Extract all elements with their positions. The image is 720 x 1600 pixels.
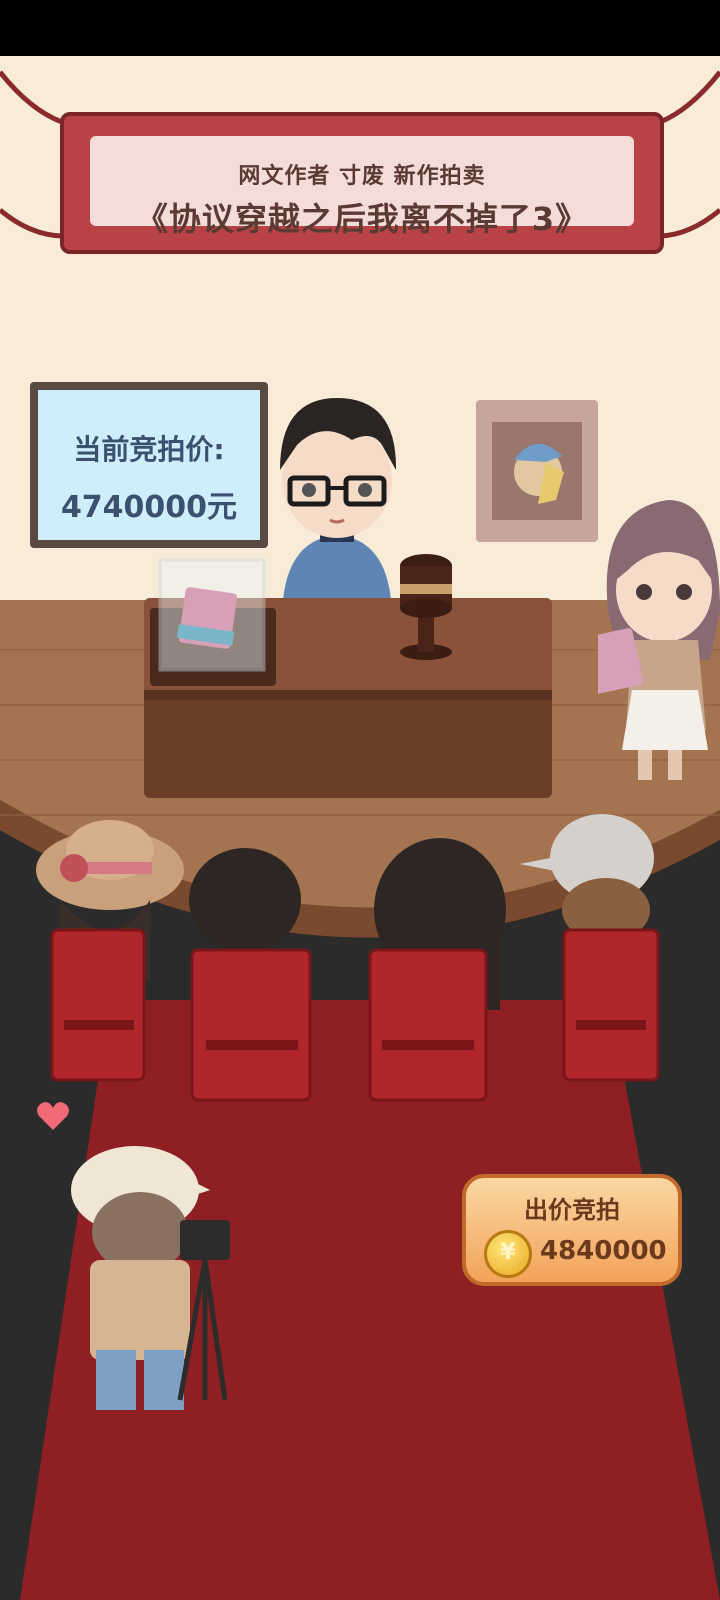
coin-icon: ¥ — [484, 1230, 532, 1278]
audience — [36, 814, 660, 1102]
title-banner: 网文作者 寸废 新作拍卖 《协议穿越之后我离不掉了3》 — [60, 112, 664, 254]
price-screen: 当前竞拍价: 4740000元 — [38, 390, 260, 540]
bid-amount: 4840000 — [540, 1236, 667, 1266]
title-banner-panel: 网文作者 寸废 新作拍卖 《协议穿越之后我离不掉了3》 — [90, 136, 634, 238]
painting — [476, 400, 598, 542]
banner-title: 《协议穿越之后我离不掉了3》 — [135, 200, 589, 238]
current-price-label: 当前竞拍价: — [73, 433, 225, 466]
place-bid-button[interactable]: 出价竞拍 ¥ 4840000 — [462, 1174, 682, 1286]
banner-subtitle: 网文作者 寸废 新作拍卖 — [238, 164, 486, 189]
cameraman-character — [71, 1146, 230, 1410]
bid-button-label: 出价竞拍 — [524, 1196, 620, 1224]
assistant-character — [598, 500, 720, 780]
current-price-value: 4740000元 — [60, 490, 238, 525]
heart-icon — [37, 1102, 69, 1130]
current-price-board: 当前竞拍价: 4740000元 — [30, 382, 268, 548]
book-display-case — [150, 558, 276, 686]
auction-scene: 网文作者 寸废 新作拍卖 《协议穿越之后我离不掉了3》 当前竞拍价: 47400… — [0, 0, 720, 1600]
gavel — [400, 554, 452, 660]
